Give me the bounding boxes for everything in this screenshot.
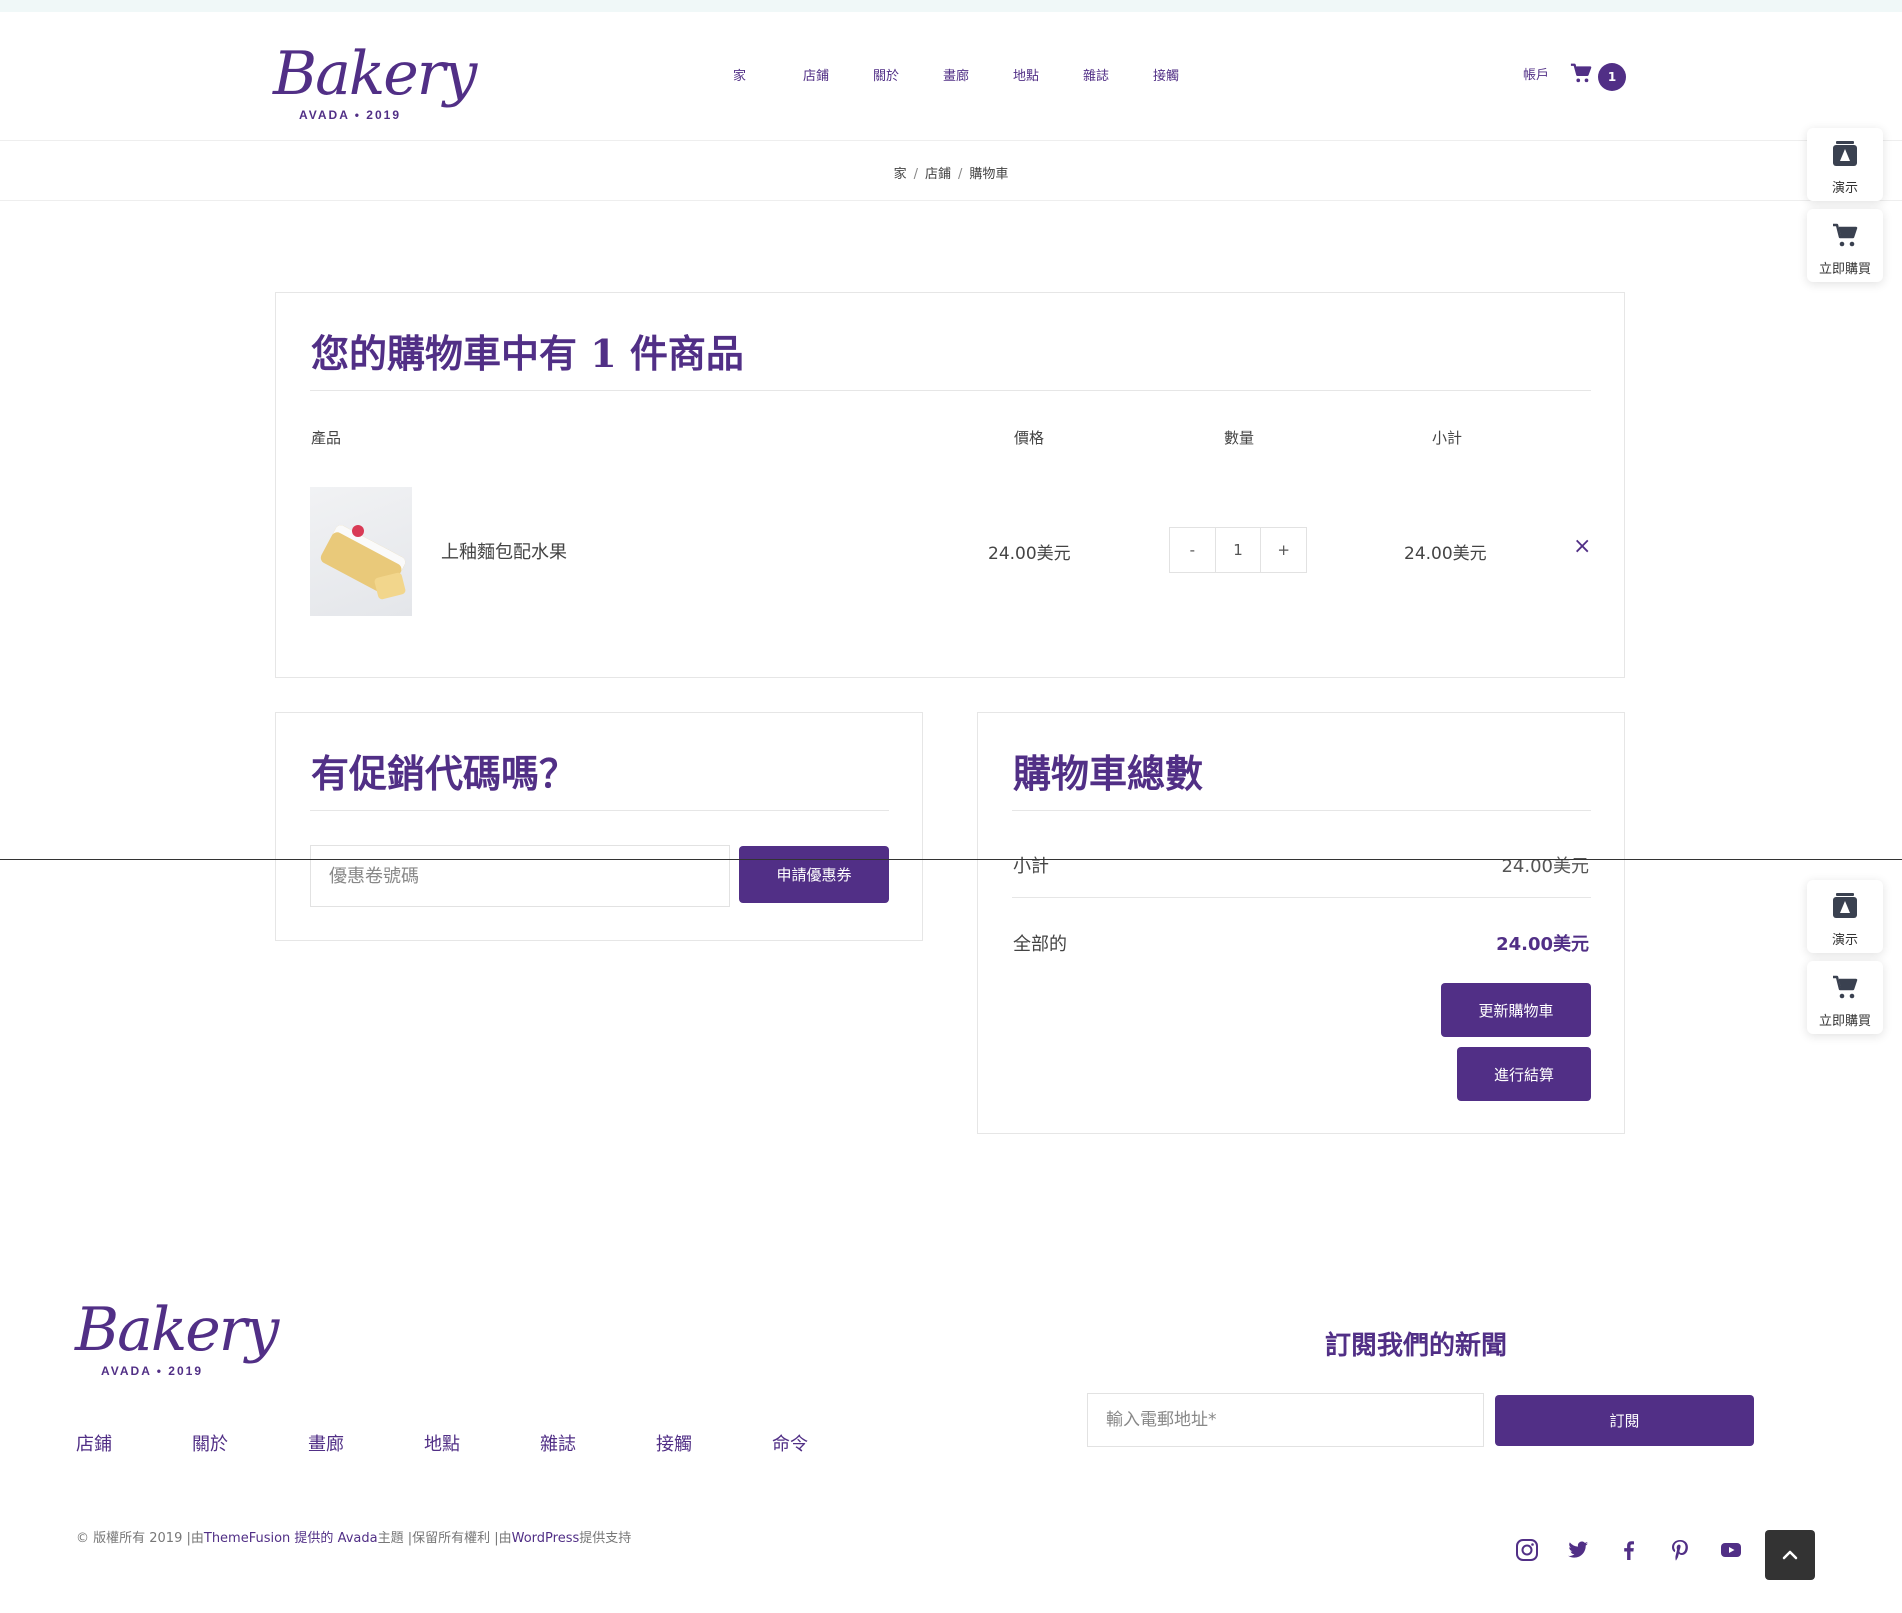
cart-icon [1833,975,1858,999]
subtotal-value: 24.00美元 [1501,856,1589,877]
breadcrumb-current: 購物車 [969,167,1009,182]
buy-now-widget[interactable]: 立即購買 [1807,961,1883,1034]
footer-nav-shop[interactable]: 店鋪 [76,1430,192,1456]
coupon-title: 有促銷代碼嗎？ [311,751,578,796]
newsletter-title: 訂閱我們的新聞 [1325,1331,1508,1361]
youtube-icon[interactable] [1719,1538,1743,1562]
top-strip [0,0,1902,12]
logo-script: Bakery [75,1295,279,1365]
update-cart-button[interactable]: 更新購物車 [1441,983,1591,1037]
footer-nav-order[interactable]: 命令 [772,1430,888,1456]
col-subtotal: 小計 [1432,429,1463,447]
coupon-input[interactable] [310,845,730,907]
apply-coupon-button[interactable]: 申請優惠券 [739,846,889,903]
main-nav: 家 店鋪 關於 畫廊 地點 雜誌 接觸 [733,65,1223,84]
checkout-button[interactable]: 進行結算 [1457,1047,1591,1101]
copyright-text: 主題 |保留所有權利 |由 [377,1531,512,1546]
breadcrumb-bar: 家 / 店鋪 / 購物車 [0,141,1902,201]
product-subtotal: 24.00美元 [1404,544,1487,564]
divider [1012,810,1591,811]
themefusion-link[interactable]: ThemeFusion 提供的 Avada [204,1531,378,1546]
cart-icon [1833,223,1858,247]
logo-script: Bakery [273,39,477,109]
divider [1012,897,1591,898]
footer-nav-contact[interactable]: 接觸 [656,1430,772,1456]
wordpress-link[interactable]: WordPress [512,1531,580,1546]
col-quantity: 數量 [1224,429,1255,447]
col-price: 價格 [1014,429,1045,447]
footer-logo[interactable]: Bakery AVADA • 2019 [75,1290,279,1390]
breadcrumb: 家 / 店鋪 / 購物車 [0,163,1902,182]
copyright-text: © 版權所有 2019 |由 [76,1531,204,1546]
breadcrumb-separator: / [958,167,963,182]
quantity-stepper: - 1 + [1169,527,1307,573]
logo-tagline: AVADA • 2019 [101,1364,204,1378]
chevron-up-icon [1782,1550,1798,1560]
twitter-icon[interactable] [1566,1538,1590,1562]
nav-magazine[interactable]: 雜誌 [1083,65,1153,84]
nav-about[interactable]: 關於 [873,65,943,84]
cart-count-badge[interactable]: 1 [1598,63,1626,91]
demo-label: 演示 [1831,181,1858,196]
demo-label: 演示 [1831,933,1858,948]
buy-now-label: 立即購買 [1818,1014,1871,1029]
cart-icon[interactable] [1570,62,1592,84]
total-value: 24.00美元 [1496,934,1589,955]
instagram-icon[interactable] [1515,1538,1539,1562]
nav-home[interactable]: 家 [733,65,803,84]
total-label: 全部的 [1013,934,1067,955]
col-product: 產品 [311,429,342,447]
site-header: Bakery AVADA • 2019 家 店鋪 關於 畫廊 地點 雜誌 接觸 … [0,12,1902,141]
footer-nav-magazine[interactable]: 雜誌 [540,1430,656,1456]
product-price: 24.00美元 [988,544,1071,564]
copyright-text: 提供支持 [579,1531,632,1546]
nav-locations[interactable]: 地點 [1013,65,1083,84]
divider [310,810,889,811]
buy-now-label: 立即購買 [1818,262,1871,277]
qty-input[interactable]: 1 [1216,528,1262,572]
product-name[interactable]: 上釉麵包配水果 [441,538,567,564]
facebook-icon[interactable] [1617,1538,1641,1562]
subscribe-button[interactable]: 訂閱 [1495,1395,1754,1446]
nav-gallery[interactable]: 畫廊 [943,65,1013,84]
nav-contact[interactable]: 接觸 [1153,65,1223,84]
site-logo[interactable]: Bakery AVADA • 2019 [273,34,477,134]
cart-totals-box: 購物車總數 小計 24.00美元 全部的 24.00美元 更新購物車 進行結算 [977,712,1625,1134]
footer-nav-locations[interactable]: 地點 [424,1430,540,1456]
back-to-top-button[interactable] [1765,1530,1815,1580]
demo-widget[interactable]: 演示 [1807,128,1883,201]
coupon-box: 有促銷代碼嗎？ 申請優惠券 [275,712,923,941]
subtotal-label: 小計 [1013,856,1049,877]
demo-icon [1833,141,1857,166]
product-thumbnail[interactable] [310,487,412,616]
footer-nav-gallery[interactable]: 畫廊 [308,1430,424,1456]
qty-increase-button[interactable]: + [1261,528,1306,572]
buy-now-widget[interactable]: 立即購買 [1807,209,1883,282]
logo-tagline: AVADA • 2019 [299,108,402,122]
account-link[interactable]: 帳戶 [1523,64,1549,83]
cart-title: 您的購物車中有 1 件商品 [311,331,744,376]
totals-title: 購物車總數 [1013,751,1204,796]
overlay-line [0,859,1902,860]
pinterest-icon[interactable] [1668,1538,1692,1562]
footer-nav: 店鋪 關於 畫廊 地點 雜誌 接觸 命令 [76,1430,888,1456]
breadcrumb-shop[interactable]: 店鋪 [925,167,951,182]
breadcrumb-home[interactable]: 家 [894,167,907,182]
demo-widget[interactable]: 演示 [1807,880,1883,953]
nav-shop[interactable]: 店鋪 [803,65,873,84]
newsletter-email-input[interactable] [1087,1393,1484,1447]
demo-icon [1833,893,1857,918]
copyright: © 版權所有 2019 |由ThemeFusion 提供的 Avada主題 |保… [76,1527,631,1546]
footer-nav-about[interactable]: 關於 [192,1430,308,1456]
divider [310,390,1591,391]
qty-decrease-button[interactable]: - [1170,528,1216,572]
cart-box: 您的購物車中有 1 件商品 產品 價格 數量 小計 上釉麵包配水果 24.00美… [275,292,1625,678]
remove-item-icon[interactable]: × [1573,534,1591,559]
breadcrumb-separator: / [913,167,918,182]
